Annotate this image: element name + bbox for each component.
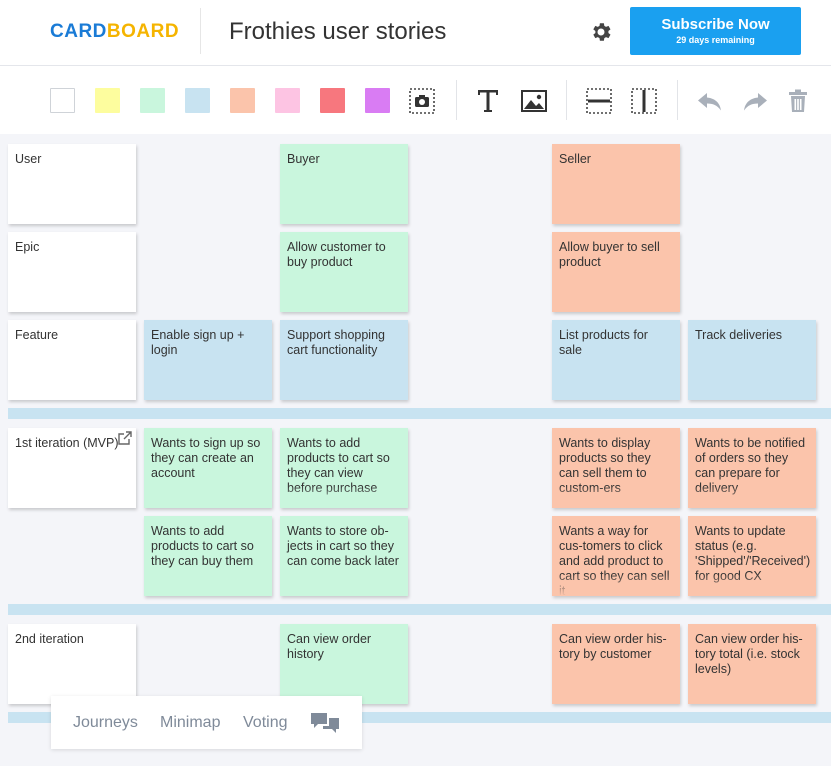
card-feature-track[interactable]: Track deliveries (688, 320, 816, 400)
comments-icon[interactable] (310, 711, 340, 735)
row-label-feature[interactable]: Feature (8, 320, 136, 400)
card-story[interactable]: Can view order his-tory by customer (552, 624, 680, 704)
voting-button[interactable]: Voting (243, 714, 287, 732)
undo-icon[interactable] (697, 92, 723, 112)
card-story[interactable]: Wants to add products to cart so they ca… (280, 428, 408, 508)
trash-icon[interactable] (788, 89, 808, 113)
card-story[interactable]: Wants to add products to cart so they ca… (144, 516, 272, 596)
card-story[interactable]: Wants to update status (e.g. 'Shipped'/'… (688, 516, 816, 596)
card-feature-signup[interactable]: Enable sign up + login (144, 320, 272, 400)
card-buyer[interactable]: Buyer (280, 144, 408, 224)
subscribe-button[interactable]: Subscribe Now 29 days remaining (630, 7, 801, 55)
release-divider[interactable] (8, 604, 831, 615)
color-swatch-green[interactable] (140, 88, 165, 113)
vertical-divider-icon[interactable] (631, 88, 657, 114)
card-story[interactable]: Can view order his-tory total (i.e. stoc… (688, 624, 816, 704)
color-swatch-purple[interactable] (365, 88, 390, 113)
color-swatch-pink[interactable] (275, 88, 300, 113)
minimap-button[interactable]: Minimap (160, 714, 220, 732)
color-swatch-red[interactable] (320, 88, 345, 113)
camera-icon[interactable] (409, 88, 435, 114)
color-swatch-salmon[interactable] (230, 88, 255, 113)
toolbar-separator (566, 80, 567, 120)
text-icon[interactable] (477, 89, 499, 113)
toolbar-separator (677, 80, 678, 120)
gear-icon[interactable] (589, 20, 613, 44)
journeys-button[interactable]: Journeys (73, 714, 138, 732)
release-divider[interactable] (8, 408, 831, 419)
card-story[interactable]: Wants to sign up so they can create an a… (144, 428, 272, 508)
color-swatch-blue[interactable] (185, 88, 210, 113)
horizontal-divider-icon[interactable] (586, 88, 612, 114)
card-seller[interactable]: Seller (552, 144, 680, 224)
board-title[interactable]: Frothies user stories (229, 17, 446, 47)
card-story[interactable]: Wants to store ob-jects in cart so they … (280, 516, 408, 596)
card-epic-seller[interactable]: Allow buyer to sell product (552, 232, 680, 312)
bottom-bar: Journeys Minimap Voting (51, 696, 362, 749)
redo-icon[interactable] (742, 92, 768, 112)
card-story[interactable]: Can view order history (280, 624, 408, 704)
color-swatch-yellow[interactable] (95, 88, 120, 113)
card-feature-cart[interactable]: Support shopping cart functionality (280, 320, 408, 400)
header: CARDBOARD Frothies user stories Subscrib… (0, 0, 831, 66)
card-story[interactable]: Wants to be notified of orders so they c… (688, 428, 816, 508)
header-divider (200, 8, 201, 54)
color-swatch-white[interactable] (50, 88, 75, 113)
row-label-iteration-2[interactable]: 2nd iteration (8, 624, 136, 704)
toolbar-separator (456, 80, 457, 120)
cardboard-logo[interactable]: CARDBOARD (50, 21, 179, 43)
external-link-icon[interactable] (117, 430, 133, 446)
card-story[interactable]: Wants to display products so they can se… (552, 428, 680, 508)
card-feature-list[interactable]: List products for sale (552, 320, 680, 400)
card-epic-buyer[interactable]: Allow customer to buy product (280, 232, 408, 312)
image-icon[interactable] (521, 90, 547, 112)
card-story[interactable]: Wants a way for cus-tomers to click and … (552, 516, 680, 596)
row-label-user[interactable]: User (8, 144, 136, 224)
row-label-epic[interactable]: Epic (8, 232, 136, 312)
